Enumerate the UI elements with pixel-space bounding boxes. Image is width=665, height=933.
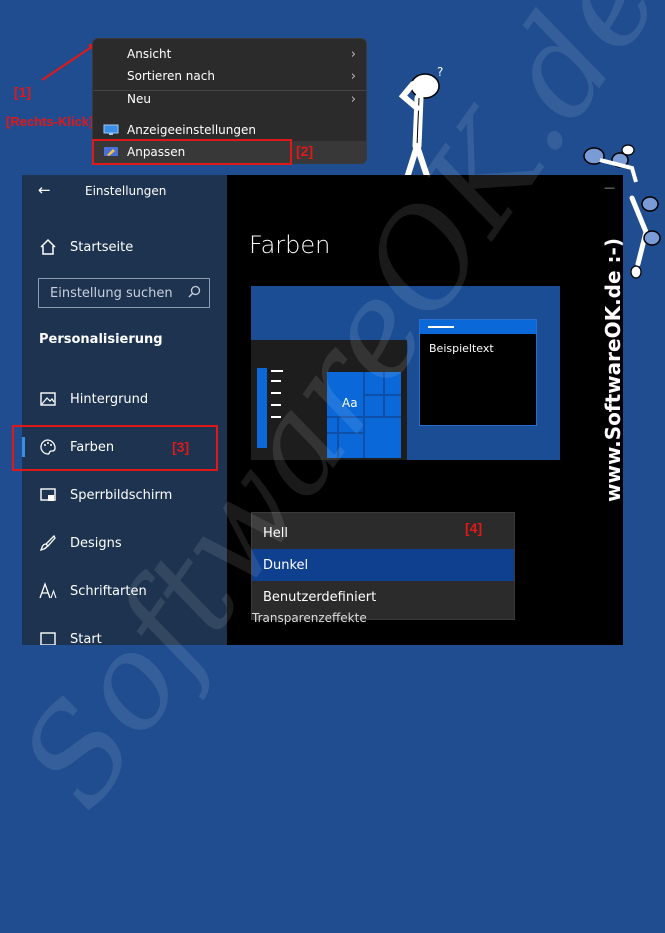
theme-preview: Aa Beispieltext	[251, 286, 560, 460]
sidebar-item-label: Startseite	[70, 239, 134, 255]
sidebar-item-schriftarten[interactable]: Schriftarten	[22, 571, 227, 611]
menu-item-label: Anzeigeeinstellungen	[127, 123, 256, 137]
settings-window: ← Einstellungen Startseite Einstellung s…	[22, 175, 623, 645]
brush-icon	[39, 534, 56, 552]
dropdown-option-dunkel[interactable]: Dunkel	[252, 549, 514, 581]
sidebar-item-designs[interactable]: Designs	[22, 523, 227, 563]
preview-line	[271, 380, 281, 382]
lock-screen-icon	[40, 488, 56, 501]
preview-tile-grid	[327, 372, 401, 458]
settings-search-input[interactable]: Einstellung suchen	[38, 278, 210, 308]
sidebar-section-title: Personalisierung	[39, 332, 163, 347]
preview-sample-text: Beispieltext	[429, 342, 494, 355]
highlight-box-anpassen	[92, 139, 292, 165]
back-button[interactable]: ←	[38, 181, 51, 199]
chevron-right-icon: ›	[350, 46, 356, 62]
sidebar-item-label: Hintergrund	[70, 391, 149, 407]
menu-item-anzeigeeinstellungen[interactable]: Anzeigeeinstellungen	[93, 119, 366, 141]
settings-main-panel: — Farben Aa Beispieltext Hell Dunkel Ben…	[227, 175, 623, 645]
preview-start-menu: Aa	[251, 340, 407, 460]
sidebar-item-home[interactable]: Startseite	[22, 227, 227, 267]
page-title: Farben	[249, 231, 331, 259]
sidebar-item-sperrbildschirm[interactable]: Sperrbildschirm	[22, 475, 227, 515]
font-icon	[39, 582, 57, 599]
preview-line	[271, 404, 281, 406]
preview-left-strip	[257, 368, 267, 448]
dropdown-option-benutzerdefiniert[interactable]: Benutzerdefiniert	[252, 581, 514, 613]
sidebar-item-start[interactable]: Start	[22, 619, 227, 645]
annotation-label-right-click: [Rechts-Klick]	[6, 114, 94, 129]
start-icon	[40, 632, 56, 645]
window-title: Einstellungen	[85, 184, 167, 198]
search-placeholder: Einstellung suchen	[50, 285, 173, 301]
settings-sidebar: ← Einstellungen Startseite Einstellung s…	[22, 175, 227, 645]
annotation-label-1: [1]	[14, 84, 32, 100]
sidebar-item-label: Schriftarten	[70, 583, 147, 599]
preview-line	[271, 392, 281, 394]
annotation-label-3: [3]	[172, 439, 190, 455]
sidebar-item-label: Sperrbildschirm	[70, 487, 173, 503]
sidebar-item-hintergrund[interactable]: Hintergrund	[22, 379, 227, 419]
image-icon	[40, 392, 56, 406]
menu-item-label: Ansicht	[127, 47, 172, 61]
menu-item-sortieren[interactable]: Sortieren nach ›	[93, 65, 366, 87]
display-icon	[103, 124, 119, 135]
vertical-site-text: www.SoftwareOK.de :-)	[598, 150, 628, 590]
annotation-label-4: [4]	[465, 520, 483, 536]
preview-line	[271, 370, 283, 372]
menu-item-label: Sortieren nach	[127, 69, 215, 83]
dropdown-option-label: Benutzerdefiniert	[263, 589, 377, 605]
dropdown-option-label: Hell	[263, 525, 288, 541]
menu-item-neu[interactable]: Neu ›	[93, 89, 366, 109]
chevron-right-icon: ›	[350, 68, 356, 84]
vertical-site-text-label: www.SoftwareOK.de :-)	[601, 238, 625, 502]
search-icon	[188, 285, 201, 298]
home-icon	[40, 238, 56, 255]
dropdown-option-label: Dunkel	[263, 557, 309, 573]
preview-window: Beispieltext	[419, 319, 537, 426]
preview-tile-label: Aa	[342, 396, 358, 410]
annotation-label-2: [2]	[296, 143, 314, 159]
svg-text:?: ?	[437, 66, 443, 79]
chevron-right-icon: ›	[350, 91, 356, 107]
preview-line	[271, 416, 281, 418]
transparency-label: Transparenzeffekte	[252, 611, 367, 625]
menu-item-label: Neu	[127, 92, 151, 106]
stick-figure-illustration: ?	[398, 66, 443, 182]
menu-item-ansicht[interactable]: Ansicht ›	[93, 43, 366, 65]
sidebar-item-label: Designs	[70, 535, 122, 551]
sidebar-item-label: Start	[70, 631, 102, 646]
